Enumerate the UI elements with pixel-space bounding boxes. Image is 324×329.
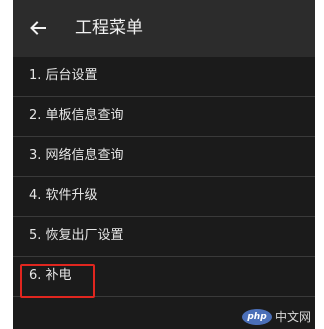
php-logo-badge: php bbox=[242, 309, 272, 325]
arrow-left-icon[interactable] bbox=[29, 19, 47, 37]
menu-list: 1. 后台设置 2. 单板信息查询 3. 网络信息查询 4. 软件升级 5. 恢… bbox=[13, 57, 315, 297]
site-watermark: php 中文网 bbox=[242, 307, 324, 329]
menu-item-background-settings[interactable]: 1. 后台设置 bbox=[13, 57, 315, 97]
menu-item-board-info[interactable]: 2. 单板信息查询 bbox=[13, 97, 315, 137]
watermark-site-text: 中文网 bbox=[275, 310, 312, 324]
menu-item-label: 3. 网络信息查询 bbox=[29, 148, 124, 163]
menu-item-label: 4. 软件升级 bbox=[29, 188, 98, 203]
menu-item-software-upgrade[interactable]: 4. 软件升级 bbox=[13, 177, 315, 217]
page-title: 工程菜单 bbox=[75, 18, 143, 38]
engineering-menu-screen: 工程菜单 1. 后台设置 2. 单板信息查询 3. 网络信息查询 4. 软件升级… bbox=[13, 0, 315, 329]
menu-item-label: 2. 单板信息查询 bbox=[29, 108, 124, 123]
highlight-annotation-box bbox=[20, 264, 95, 298]
menu-item-factory-reset[interactable]: 5. 恢复出厂设置 bbox=[13, 217, 315, 257]
app-bar: 工程菜单 bbox=[13, 0, 315, 57]
menu-item-network-info[interactable]: 3. 网络信息查询 bbox=[13, 137, 315, 177]
menu-item-label: 5. 恢复出厂设置 bbox=[29, 228, 124, 243]
menu-item-label: 1. 后台设置 bbox=[29, 68, 98, 83]
